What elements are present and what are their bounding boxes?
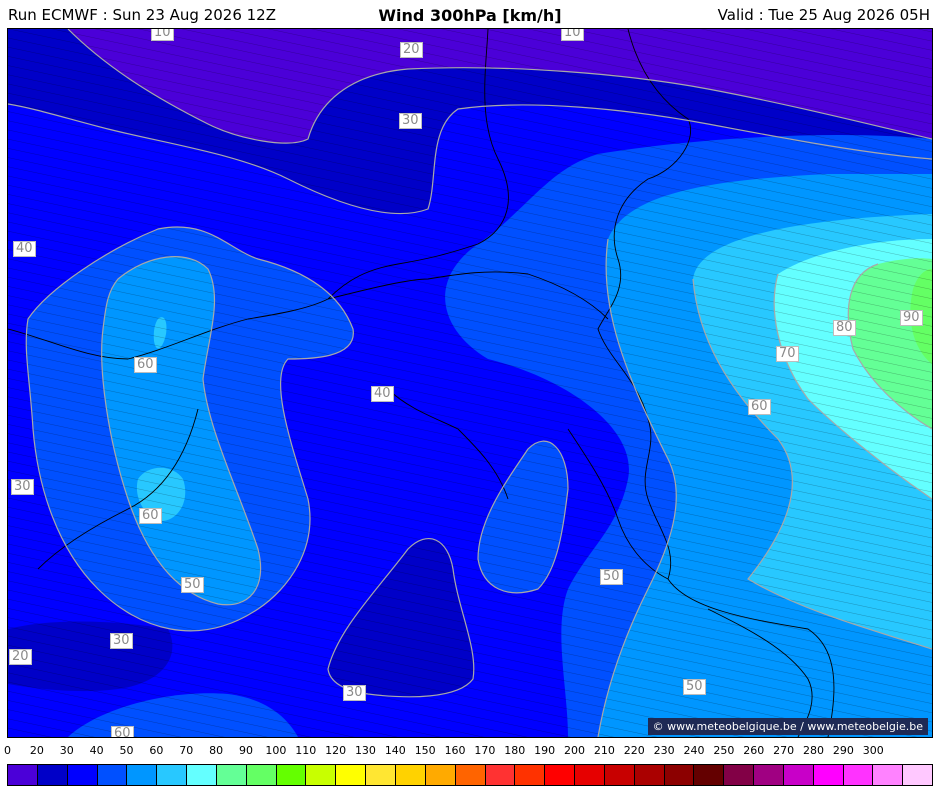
colorbar — [7, 764, 933, 786]
legend-tick-label: 280 — [803, 744, 825, 757]
legend-tick-label: 270 — [773, 744, 795, 757]
colorbar-swatch — [783, 765, 814, 785]
colorbar-swatch — [634, 765, 665, 785]
contour-label: 30 — [110, 633, 133, 649]
legend-tick-label: 170 — [474, 744, 496, 757]
colorbar-swatch — [366, 765, 396, 785]
wind-field — [8, 29, 932, 737]
legend-tick-label: 210 — [593, 744, 615, 757]
contour-label: 30 — [11, 479, 34, 495]
legend-tick-label: 190 — [534, 744, 556, 757]
legend-tick-label: 140 — [384, 744, 406, 757]
legend-tick-label: 70 — [179, 744, 194, 757]
header: Run ECMWF : Sun 23 Aug 2026 12Z Wind 300… — [0, 0, 940, 28]
colorbar-swatch — [754, 765, 784, 785]
contour-label: 60 — [111, 726, 134, 737]
wind-map: 10 10 20 30 40 40 60 60 30 50 30 20 30 6… — [7, 28, 933, 738]
colorbar-swatch — [395, 765, 426, 785]
colorbar-swatch — [873, 765, 904, 785]
colorbar-swatch — [604, 765, 635, 785]
legend-tick-label: 150 — [414, 744, 436, 757]
colorbar-swatch — [515, 765, 546, 785]
contour-label: 60 — [748, 399, 771, 415]
legend-tick-label: 290 — [832, 744, 854, 757]
legend-tick-label: 300 — [862, 744, 884, 757]
contour-label: 10 — [561, 29, 584, 41]
legend-tick-label: 30 — [59, 744, 74, 757]
contour-label: 50 — [600, 569, 623, 585]
contour-label: 40 — [13, 241, 36, 257]
legend-tick-label: 90 — [238, 744, 253, 757]
legend-tick-label: 40 — [89, 744, 104, 757]
contour-label: 30 — [399, 113, 422, 129]
contour-label: 20 — [9, 649, 32, 665]
legend-ticks: 0 20 30 40 50 60 70 80 90 100 110 120 130 140 150 160 17… — [0, 744, 940, 762]
colorbar-swatch — [694, 765, 725, 785]
contour-label: 40 — [371, 386, 394, 402]
legend-tick-label: 60 — [149, 744, 164, 757]
legend-tick-label: 240 — [683, 744, 705, 757]
legend-tick-label: 80 — [209, 744, 224, 757]
legend-tick-label: 110 — [295, 744, 317, 757]
legend-tick-label: 130 — [354, 744, 376, 757]
colorbar-swatch — [97, 765, 128, 785]
contour-label: 70 — [776, 346, 799, 362]
colorbar-swatch — [664, 765, 695, 785]
colorbar-swatch — [575, 765, 605, 785]
colorbar-swatch — [724, 765, 755, 785]
colorbar-swatch — [187, 765, 217, 785]
colorbar-swatch — [903, 765, 933, 785]
colorbar-swatch — [813, 765, 844, 785]
colorbar-swatch — [545, 765, 576, 785]
valid-time: Valid : Tue 25 Aug 2026 05H — [717, 6, 930, 24]
colorbar-swatch — [306, 765, 337, 785]
legend-tick-label: 200 — [564, 744, 586, 757]
streamlines — [8, 29, 932, 737]
colorbar-swatch — [425, 765, 456, 785]
colorbar-swatch — [843, 765, 874, 785]
colorbar-swatch — [127, 765, 158, 785]
colorbar-swatch — [455, 765, 486, 785]
colorbar-swatch — [246, 765, 277, 785]
copyright-notice: © www.meteobelgique.be / www.meteobelgie… — [647, 718, 928, 735]
contour-label: 50 — [181, 577, 204, 593]
colorbar-swatch — [157, 765, 188, 785]
contour-label: 50 — [683, 679, 706, 695]
contour-label: 60 — [134, 357, 157, 373]
legend-tick-label: 20 — [29, 744, 44, 757]
legend-tick-label: 260 — [743, 744, 765, 757]
legend-tick-label: 50 — [119, 744, 134, 757]
contour-label: 30 — [343, 685, 366, 701]
colorbar-swatch — [37, 765, 68, 785]
legend-tick-label: 220 — [623, 744, 645, 757]
colorbar-swatch — [67, 765, 98, 785]
contour-label: 90 — [900, 310, 923, 326]
contour-label: 80 — [833, 320, 856, 336]
colorbar-swatch — [485, 765, 516, 785]
colorbar-swatch — [8, 765, 38, 785]
contour-label: 20 — [400, 42, 423, 58]
contour-label: 60 — [139, 508, 162, 524]
legend-tick-label: 160 — [444, 744, 466, 757]
colorbar-swatch — [336, 765, 367, 785]
legend-tick-label: 180 — [504, 744, 526, 757]
colorbar-swatch — [216, 765, 247, 785]
legend-tick-label: 100 — [265, 744, 287, 757]
legend-tick-label: 0 — [4, 744, 11, 757]
legend-tick-label: 230 — [653, 744, 675, 757]
contour-label: 10 — [151, 29, 174, 41]
colorbar-swatch — [276, 765, 307, 785]
legend-tick-label: 120 — [325, 744, 347, 757]
legend-tick-label: 250 — [713, 744, 735, 757]
